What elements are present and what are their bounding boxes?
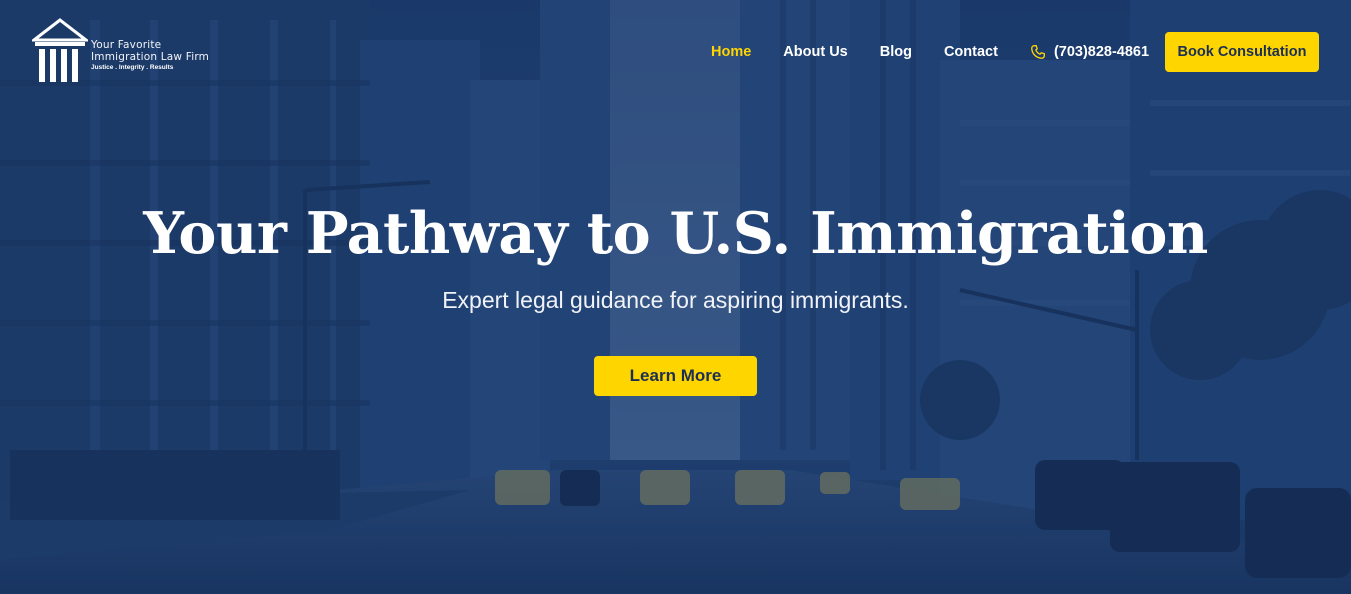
main-nav: Home About Us Blog Contact (703)828-4861 bbox=[711, 32, 1165, 72]
hero-subtitle: Expert legal guidance for aspiring immig… bbox=[442, 287, 909, 313]
phone-link[interactable]: (703)828-4861 bbox=[1030, 44, 1149, 60]
logo-line-2: Immigration Law Firm bbox=[91, 50, 210, 63]
site-header: Your Favorite Immigration Law Firm Justi… bbox=[0, 0, 1351, 104]
nav-item-home[interactable]: Home bbox=[711, 44, 751, 60]
learn-more-button[interactable]: Learn More bbox=[594, 356, 757, 396]
nav-item-contact[interactable]: Contact bbox=[944, 44, 998, 60]
logo-text: Your Favorite Immigration Law Firm Justi… bbox=[91, 39, 210, 72]
hero-section: Your Favorite Immigration Law Firm Justi… bbox=[0, 0, 1351, 594]
courthouse-pillars-icon bbox=[32, 18, 88, 82]
book-consultation-button[interactable]: Book Consultation bbox=[1165, 32, 1319, 72]
nav-item-blog[interactable]: Blog bbox=[880, 44, 912, 60]
nav-item-about-us[interactable]: About Us bbox=[783, 44, 847, 60]
phone-icon bbox=[1031, 45, 1045, 59]
logo[interactable]: Your Favorite Immigration Law Firm Justi… bbox=[32, 18, 232, 88]
hero-title: Your Pathway to U.S. Immigration bbox=[143, 200, 1208, 267]
logo-line-1: Your Favorite bbox=[91, 39, 162, 51]
logo-tagline: Justice . Integrity . Results bbox=[91, 64, 174, 71]
phone-number: (703)828-4861 bbox=[1053, 44, 1150, 60]
